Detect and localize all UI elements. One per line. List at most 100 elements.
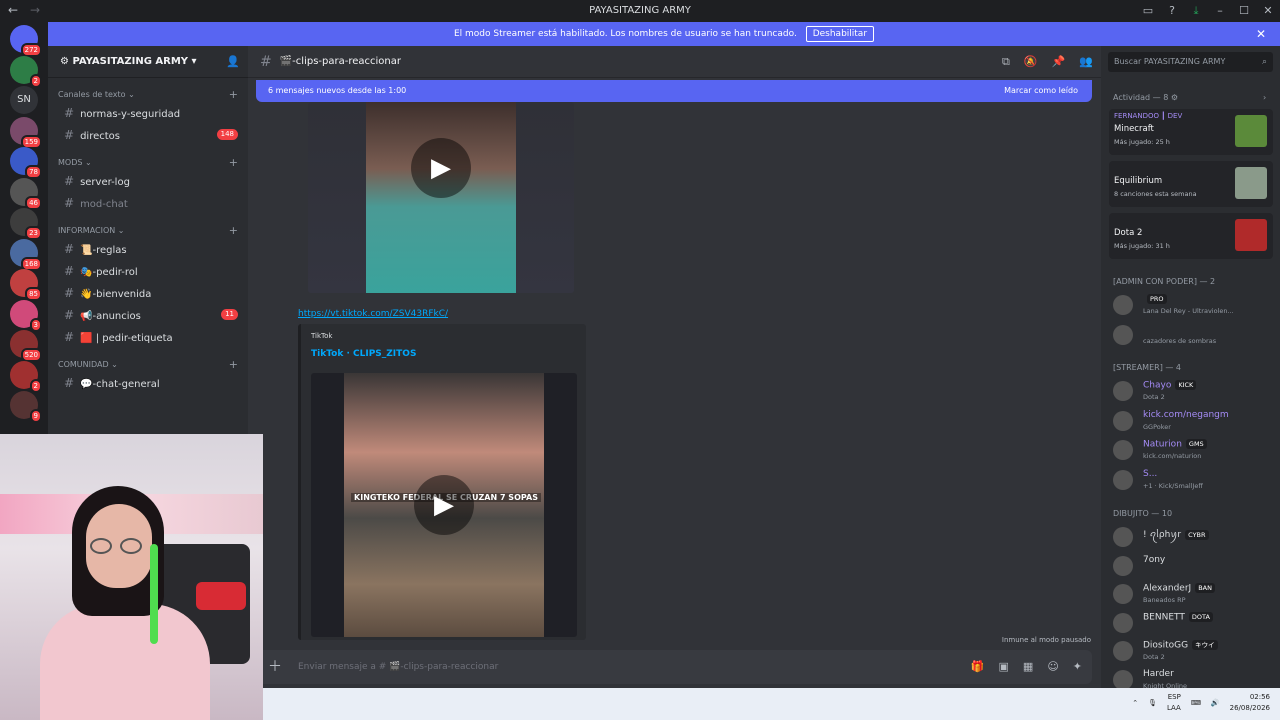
- member-sidebar: Buscar PAYASITAZING ARMY ⌕ Actividad — 8…: [1101, 46, 1280, 690]
- avatar: [1113, 612, 1133, 633]
- close-window-button[interactable]: ✕: [1256, 0, 1280, 22]
- download-icon[interactable]: ⤓: [1184, 0, 1208, 22]
- category-info[interactable]: INFORMACION ⌄ +: [48, 224, 248, 238]
- member-item[interactable]: Chayo KICK Dota 2: [1109, 377, 1273, 405]
- maximize-button[interactable]: ☐: [1232, 0, 1256, 22]
- category-mods[interactable]: MODS ⌄ +: [48, 156, 248, 170]
- minimize-button[interactable]: –: [1208, 0, 1232, 22]
- sticker-icon[interactable]: ▦: [1023, 650, 1033, 684]
- help-icon[interactable]: ?: [1160, 0, 1184, 22]
- tiktok-link[interactable]: https://vt.tiktok.com/ZSV43RFkC/: [298, 309, 448, 319]
- member-list-icon[interactable]: 👥: [1079, 55, 1093, 69]
- hash-icon: #: [64, 308, 75, 322]
- activity-header[interactable]: Actividad — 8 ⚙ ›: [1113, 93, 1266, 102]
- streamer-mode-banner: El modo Streamer está habilitado. Los no…: [48, 22, 1280, 46]
- channel-item[interactable]: # 📜-reglas: [52, 238, 244, 260]
- add-channel-icon[interactable]: +: [229, 224, 238, 238]
- channel-item[interactable]: # mod-chat: [52, 192, 244, 214]
- activity-card[interactable]: Equilibrium 8 canciones esta semana: [1109, 161, 1273, 207]
- gif-icon[interactable]: ▣: [999, 650, 1009, 684]
- keyboard-layout[interactable]: ESP LAA: [1167, 692, 1181, 714]
- member-name: BENNETT DOTA: [1143, 611, 1213, 622]
- server-icon[interactable]: SN: [10, 86, 38, 114]
- server-icon[interactable]: 3: [10, 299, 42, 332]
- invite-icon[interactable]: 👤: [226, 55, 240, 68]
- new-messages-text: 6 mensajes nuevos desde las 1:00: [268, 86, 407, 95]
- hash-icon: #: [64, 286, 75, 300]
- avatar: [1113, 295, 1133, 315]
- attach-plus-icon[interactable]: ＋: [268, 650, 282, 684]
- mark-as-read-button[interactable]: Marcar como leído: [1004, 80, 1078, 102]
- message-input[interactable]: ＋ Enviar mensaje a # 🎬-clips-para-reacci…: [256, 650, 1092, 684]
- unread-badge: 2: [29, 378, 42, 393]
- search-input[interactable]: Buscar PAYASITAZING ARMY ⌕: [1108, 52, 1273, 72]
- member-status: kick.com/naturion: [1143, 452, 1202, 460]
- microphone-icon[interactable]: 🎙: [1148, 699, 1157, 707]
- emoji-icon[interactable]: ☺: [1047, 650, 1058, 684]
- activity-card[interactable]: FERNANDOO ┃ DEV Minecraft Más jugado: 25 h: [1109, 109, 1273, 155]
- play-icon[interactable]: ▶: [411, 138, 471, 198]
- server-icon[interactable]: 23: [10, 208, 42, 240]
- server-icon[interactable]: 520: [10, 330, 42, 362]
- new-messages-bar[interactable]: 6 mensajes nuevos desde las 1:00 Marcar …: [256, 80, 1092, 102]
- add-channel-icon[interactable]: +: [229, 156, 238, 170]
- network-icon[interactable]: ⌨: [1191, 699, 1201, 707]
- hash-icon: #: [64, 242, 75, 256]
- channel-item[interactable]: # 📢-anuncios 11: [52, 304, 244, 326]
- channel-item[interactable]: # normas-y-seguridad: [52, 102, 244, 124]
- member-item[interactable]: cazadores de sombras: [1109, 321, 1273, 349]
- close-banner-icon[interactable]: ✕: [1256, 22, 1266, 46]
- notifications-icon[interactable]: 🔕: [1024, 55, 1038, 69]
- server-icon[interactable]: 9: [10, 391, 42, 423]
- member-item[interactable]: ! ꪖᥣρhꪗr CYBR: [1109, 523, 1273, 551]
- member-status: Dota 2: [1143, 393, 1165, 401]
- member-item[interactable]: AlexanderJ BAN Baneados RP: [1109, 580, 1273, 608]
- member-item[interactable]: 7ony: [1109, 552, 1273, 580]
- member-item[interactable]: kick.com/negangm GGPoker: [1109, 407, 1273, 435]
- threads-icon[interactable]: ⧉: [1002, 55, 1010, 69]
- member-item[interactable]: BENNETT DOTA: [1109, 609, 1273, 637]
- volume-icon[interactable]: 🔊: [1211, 699, 1220, 707]
- channel-item[interactable]: # 💬-chat-general: [52, 372, 244, 394]
- channel-item[interactable]: # 🟥 | pedir-etiqueta: [52, 326, 244, 348]
- gift-icon[interactable]: 🎁: [971, 650, 985, 684]
- clock[interactable]: 02:56 26/08/2026: [1230, 692, 1270, 714]
- activity-card[interactable]: Dota 2 Más jugado: 31 h: [1109, 213, 1273, 259]
- inbox-icon[interactable]: ▭: [1136, 0, 1160, 22]
- category-community[interactable]: COMUNIDAD ⌄ +: [48, 358, 248, 372]
- search-icon: ⌕: [1261, 57, 1267, 67]
- chevron-up-icon[interactable]: ⌃: [1132, 699, 1138, 707]
- server-icon[interactable]: 272: [10, 25, 42, 57]
- channel-item[interactable]: # server-log: [52, 170, 244, 192]
- add-channel-icon[interactable]: +: [229, 358, 238, 372]
- server-icon[interactable]: 2: [10, 360, 42, 393]
- member-item[interactable]: Naturion GMS kick.com/naturion: [1109, 436, 1273, 464]
- channel-item[interactable]: # 👋-bienvenida: [52, 282, 244, 304]
- server-icon[interactable]: 2: [10, 55, 42, 88]
- member-item[interactable]: DiositoGG キウイ Dota 2: [1109, 637, 1273, 665]
- add-channel-icon[interactable]: +: [229, 88, 238, 102]
- avatar: [1113, 469, 1133, 490]
- channel-name: 🎬-clips-para-reaccionar: [279, 56, 401, 67]
- play-icon[interactable]: ▶: [414, 475, 474, 535]
- embed-title[interactable]: TikTok · CLIPS_ZITOS: [311, 349, 416, 359]
- server-icon[interactable]: 46: [10, 177, 42, 210]
- server-header[interactable]: ⚙ PAYASITAZING ARMY ▾ 👤: [48, 46, 248, 78]
- server-icon[interactable]: 85: [10, 269, 42, 301]
- avatar: [1113, 669, 1133, 690]
- pin-icon[interactable]: 📌: [1052, 55, 1066, 69]
- member-item[interactable]: PRO Lana Del Rey - Ultraviolen...: [1109, 291, 1273, 319]
- video-embed[interactable]: KINGTEKO FEDERAL SE CRUZAN 7 SOPAS ▶: [311, 373, 577, 637]
- channel-item[interactable]: # directos 148: [52, 124, 244, 146]
- disable-streamer-button[interactable]: Deshabilitar: [805, 26, 875, 42]
- video-embed[interactable]: ▶: [308, 102, 574, 293]
- green-hair-streak: [150, 544, 158, 644]
- glasses-icon: [120, 538, 142, 554]
- server-icon[interactable]: 78: [10, 147, 42, 179]
- channel-item[interactable]: # 🎭-pedir-rol: [52, 260, 244, 282]
- server-icon[interactable]: 159: [10, 116, 42, 149]
- member-item[interactable]: S... +1 · Kick/SmallJeff: [1109, 466, 1273, 494]
- apps-icon[interactable]: ✦: [1073, 650, 1082, 684]
- server-icon[interactable]: 168: [10, 238, 42, 271]
- category-text[interactable]: Canales de texto ⌄ +: [48, 88, 248, 102]
